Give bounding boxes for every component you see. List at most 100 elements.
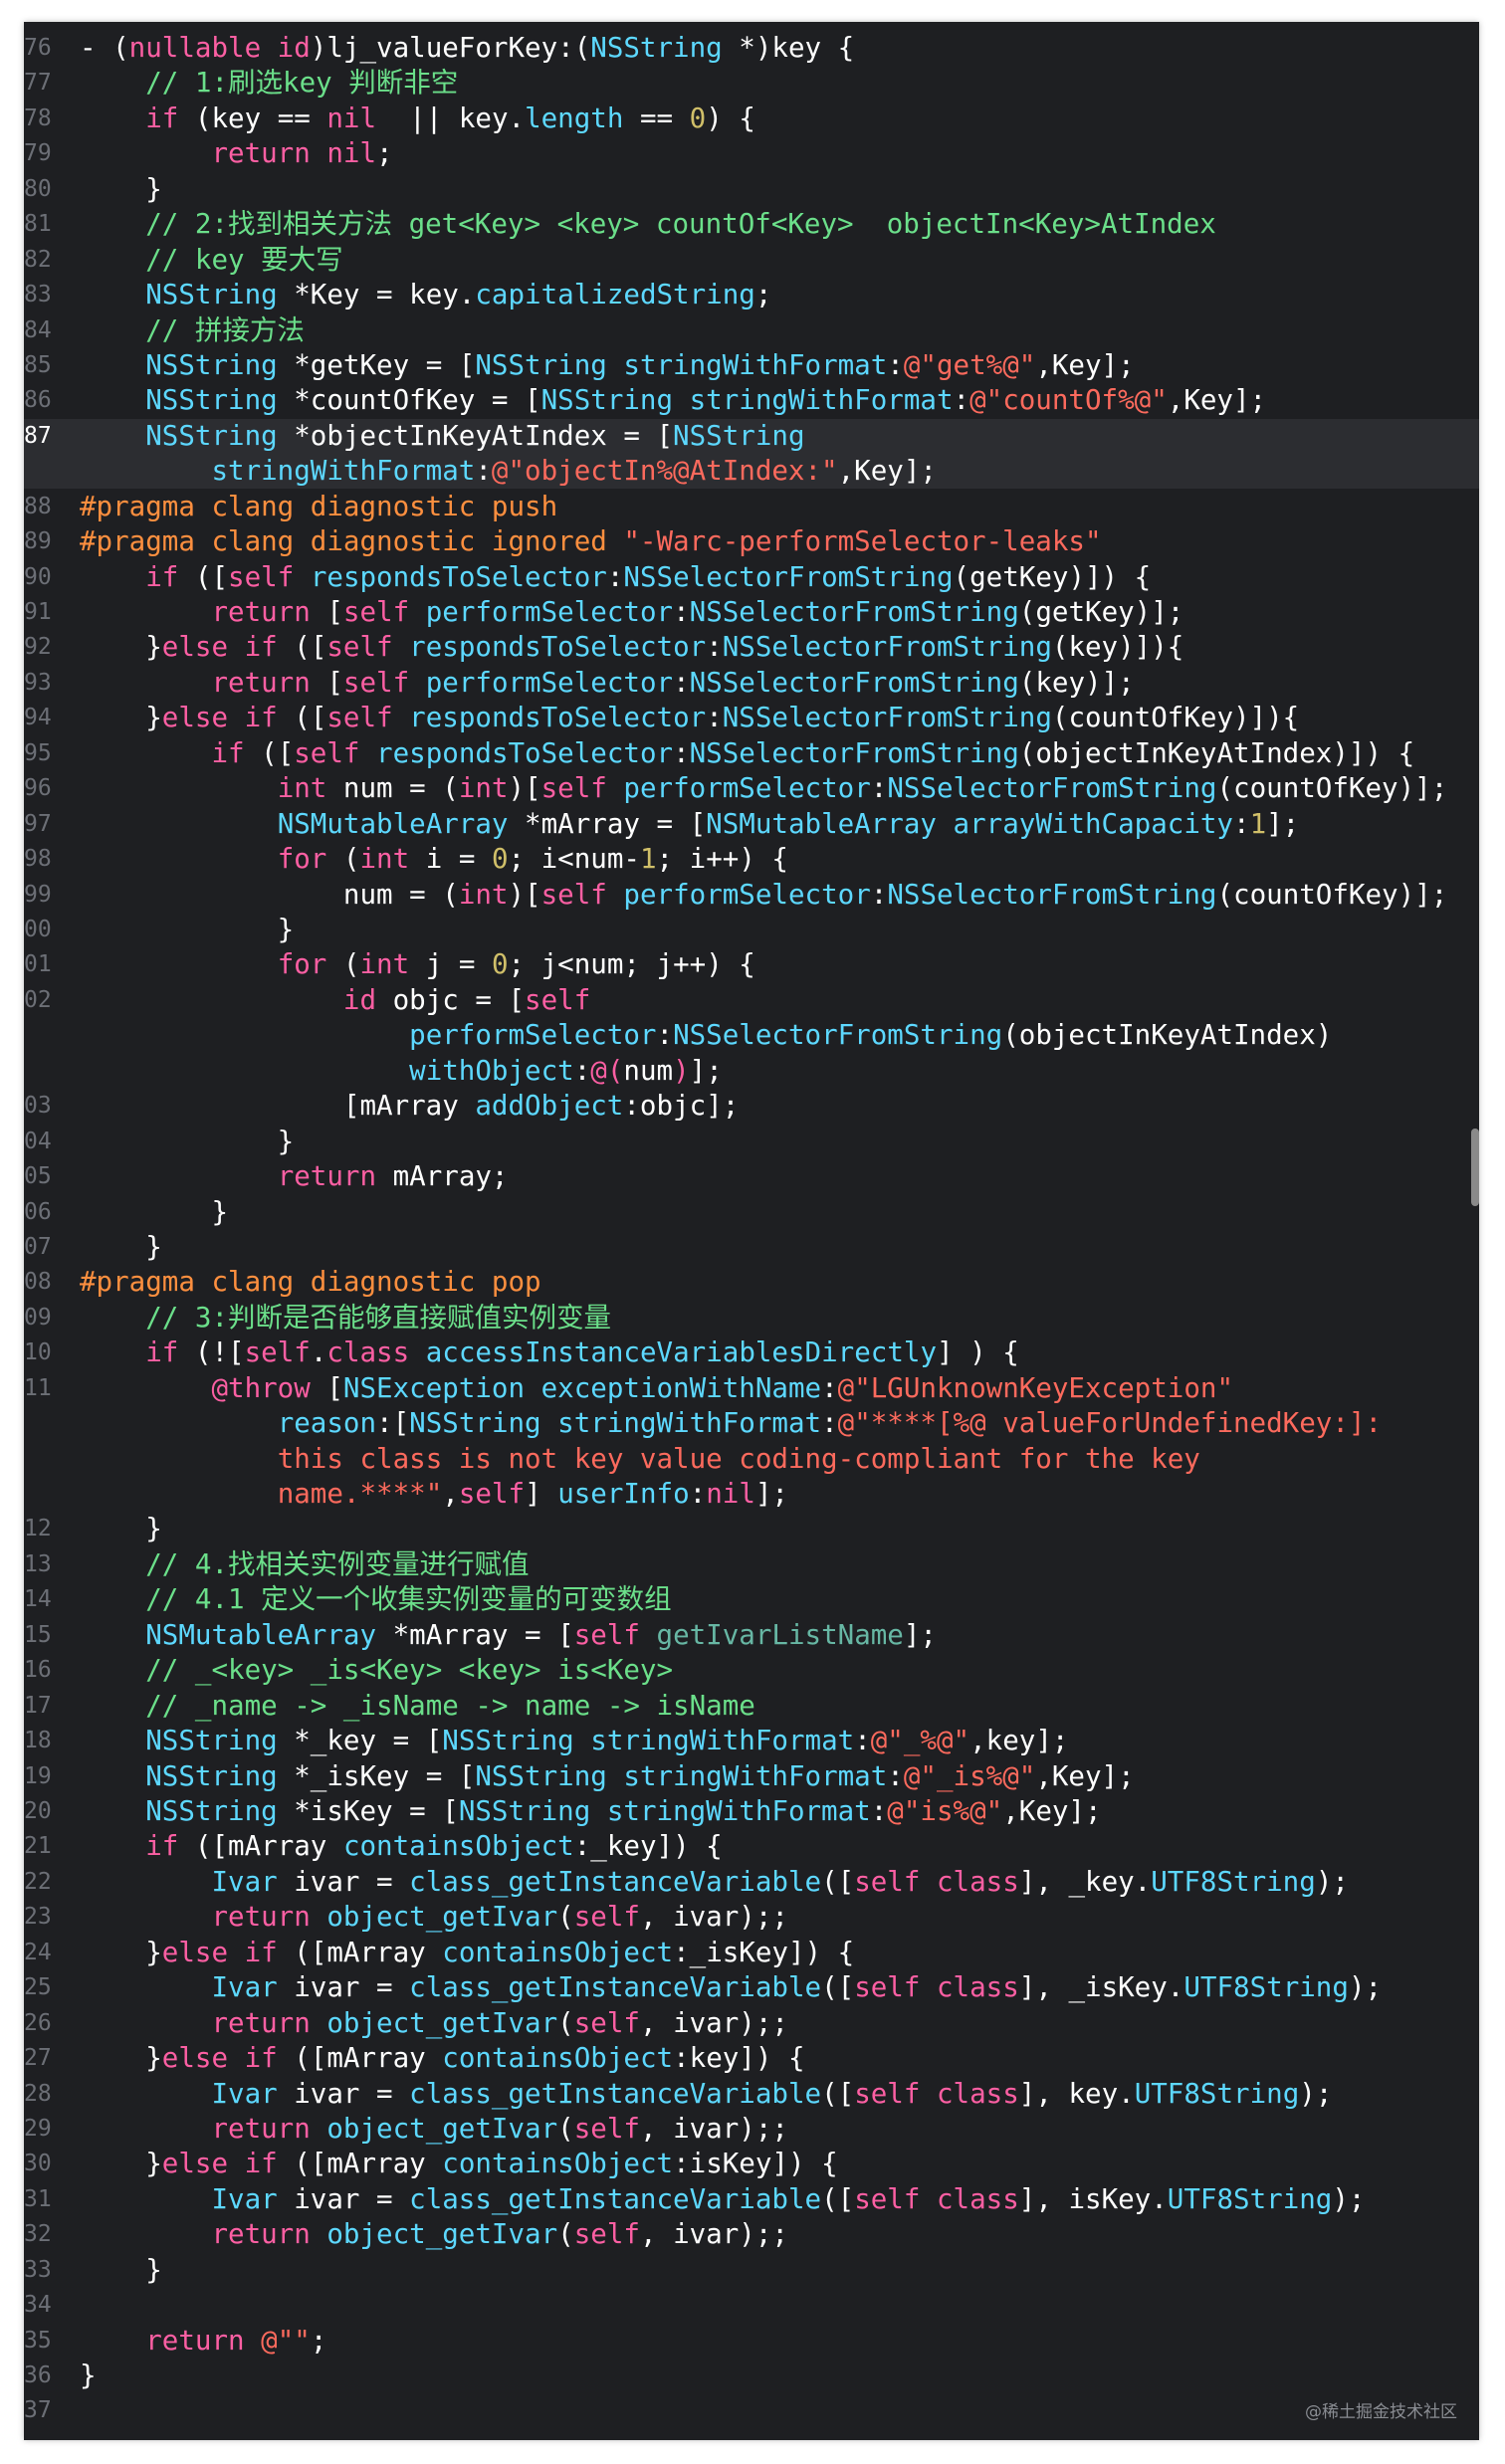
code-line[interactable]: 90 if ([self respondsToSelector:NSSelect… [24, 560, 1479, 595]
code-line[interactable]: 37 [24, 2393, 1479, 2428]
code-line[interactable]: 07 } [24, 1230, 1479, 1265]
code-line[interactable]: 10 if (![self.class accessInstanceVariab… [24, 1335, 1479, 1370]
code-line[interactable]: 78 if (key == nil || key.length == 0) { [24, 102, 1479, 136]
code-line[interactable]: 13 // 4.找相关实例变量进行赋值 [24, 1547, 1479, 1582]
code-line[interactable]: 16 // _<key> _is<Key> <key> is<Key> [24, 1653, 1479, 1688]
code-text: // 4.找相关实例变量进行赋值 [80, 1547, 529, 1582]
code-token: :objc]; [623, 1090, 740, 1123]
code-line[interactable]: 14 // 4.1 定义一个收集实例变量的可变数组 [24, 1582, 1479, 1617]
code-line[interactable]: 21 if ([mArray containsObject:_key]) { [24, 1829, 1479, 1864]
code-line[interactable]: 83 NSString *Key = key.capitalizedString… [24, 278, 1479, 312]
code-line[interactable]: 02 id objc = [self [24, 983, 1479, 1018]
code-line[interactable]: 00 } [24, 913, 1479, 947]
code-line[interactable]: 23 return object_getIvar(self, ivar);; [24, 1900, 1479, 1935]
code-line[interactable]: withObject:@(num)]; [24, 1054, 1479, 1089]
code-token: for [277, 843, 327, 876]
code-line[interactable]: 11 @throw [NSException exceptionWithName… [24, 1371, 1479, 1406]
code-line[interactable]: 94 }else if ([self respondsToSelector:NS… [24, 701, 1479, 735]
code-line[interactable]: 27 }else if ([mArray containsObject:key]… [24, 2041, 1479, 2076]
code-line[interactable]: 01 for (int j = 0; j<num; j++) { [24, 947, 1479, 982]
code-token: (countOfKey)]; [1216, 878, 1448, 911]
code-line[interactable]: performSelector:NSSelectorFromString(obj… [24, 1018, 1479, 1053]
code-line[interactable]: 25 Ivar ivar = class_getInstanceVariable… [24, 1970, 1479, 2005]
code-token: // 1:刷选key 判断非空 [145, 67, 459, 100]
code-line[interactable]: 15 NSMutableArray *mArray = [self getIva… [24, 1618, 1479, 1653]
code-line[interactable]: 20 NSString *isKey = [NSString stringWit… [24, 1794, 1479, 1829]
code-line[interactable]: 29 return object_getIvar(self, ivar);; [24, 2112, 1479, 2147]
code-token: ivar = [277, 2182, 410, 2215]
code-text: }else if ([mArray containsObject:key]) { [80, 2041, 804, 2076]
code-line[interactable]: 93 return [self performSelector:NSSelect… [24, 666, 1479, 701]
code-line[interactable]: 80 } [24, 172, 1479, 207]
code-token: ([mArray [277, 2148, 443, 2180]
line-number: 11 [24, 1374, 52, 1401]
code-line[interactable]: reason:[NSString stringWithFormat:@"****… [24, 1406, 1479, 1441]
code-line[interactable]: 34 [24, 2288, 1479, 2323]
code-line[interactable]: 28 Ivar ivar = class_getInstanceVariable… [24, 2077, 1479, 2112]
code-line[interactable]: 30 }else if ([mArray containsObject:isKe… [24, 2147, 1479, 2181]
code-line[interactable]: 89 #pragma clang diagnostic ignored "-War… [24, 524, 1479, 559]
code-token: :_key]) { [573, 1830, 723, 1863]
code-line[interactable]: 84 // 拼接方法 [24, 313, 1479, 348]
code-token: NSSelectorFromString [887, 878, 1217, 911]
code-line[interactable]: 33 } [24, 2253, 1479, 2288]
code-line[interactable]: this class is not key value coding-compl… [24, 1442, 1479, 1477]
code-line[interactable]: 95 if ([self respondsToSelector:NSSelect… [24, 736, 1479, 771]
code-line[interactable]: 09 // 3:判断是否能够直接赋值实例变量 [24, 1301, 1479, 1335]
code-line[interactable]: 85 NSString *getKey = [NSString stringWi… [24, 348, 1479, 383]
code-token: name.****" [277, 1478, 443, 1511]
code-line[interactable]: 24 }else if ([mArray containsObject:_isK… [24, 1936, 1479, 1970]
code-line[interactable]: 98 for (int i = 0; i<num-1; i++) { [24, 842, 1479, 877]
code-line[interactable]: 05 return mArray; [24, 1159, 1479, 1194]
code-line[interactable]: 31 Ivar ivar = class_getInstanceVariable… [24, 2182, 1479, 2217]
code-line[interactable]: 87 NSString *objectInKeyAtIndex = [NSStr… [24, 418, 1479, 454]
code-line[interactable]: 82 // key 要大写 [24, 243, 1479, 278]
code-text: id objc = [self [80, 983, 590, 1018]
code-line[interactable]: 17 // _name -> _isName -> name -> isName [24, 1689, 1479, 1724]
code-line[interactable]: 77 // 1:刷选key 判断非空 [24, 66, 1479, 101]
code-line[interactable]: 91 return [self performSelector:NSSelect… [24, 595, 1479, 630]
code-token: else if [161, 631, 278, 664]
code-line[interactable]: 79 return nil; [24, 136, 1479, 171]
code-line[interactable]: stringWithFormat:@"objectIn%@AtIndex:",K… [24, 454, 1479, 490]
code-line[interactable]: 08 #pragma clang diagnostic pop [24, 1265, 1479, 1300]
code-text: return mArray; [80, 1159, 509, 1194]
code-text: if ([self respondsToSelector:NSSelectorF… [80, 736, 1414, 771]
code-line[interactable]: 22 Ivar ivar = class_getInstanceVariable… [24, 1865, 1479, 1900]
code-line[interactable]: 76 - (nullable id)lj_valueForKey:(NSStrin… [24, 31, 1479, 66]
code-line[interactable]: 18 NSString *_key = [NSString stringWith… [24, 1724, 1479, 1758]
line-number: 98 [24, 846, 52, 873]
code-editor[interactable]: 76- (nullable id)lj_valueForKey:(NSStrin… [24, 22, 1479, 2440]
code-token: self [525, 983, 591, 1016]
code-line[interactable]: 19 NSString *_isKey = [NSString stringWi… [24, 1759, 1479, 1794]
code-token: nil [706, 1478, 755, 1511]
code-line[interactable]: name.****",self] userInfo:nil]; [24, 1477, 1479, 1512]
code-line[interactable]: 88 #pragma clang diagnostic push [24, 490, 1479, 524]
code-line[interactable]: 32 return object_getIvar(self, ivar);; [24, 2217, 1479, 2252]
code-line[interactable]: 12 } [24, 1512, 1479, 1546]
code-line[interactable]: 81 // 2:找到相关方法 get<Key> <key> countOf<Ke… [24, 207, 1479, 242]
code-token: - ( [80, 32, 129, 64]
code-line[interactable]: 96 int num = (int)[self performSelector:… [24, 771, 1479, 806]
code-line[interactable]: 35 return @""; [24, 2324, 1479, 2359]
code-token: : [821, 1407, 838, 1440]
code-token: [mArray [80, 1090, 476, 1123]
code-line[interactable]: 26 return object_getIvar(self, ivar);; [24, 2006, 1479, 2041]
code-line[interactable]: 04 } [24, 1125, 1479, 1159]
code-line[interactable]: 97 NSMutableArray *mArray = [NSMutableAr… [24, 807, 1479, 842]
code-token: stringWithFormat [590, 1725, 855, 1757]
code-line[interactable]: 06 } [24, 1195, 1479, 1230]
code-token: ( [557, 2112, 574, 2145]
code-line[interactable]: 36} [24, 2359, 1479, 2393]
code-line[interactable]: 99 num = (int)[self performSelector:NSSe… [24, 878, 1479, 913]
code-line[interactable]: 86 NSString *countOfKey = [NSString stri… [24, 383, 1479, 418]
line-number: 30 [24, 2151, 52, 2177]
vertical-scrollbar[interactable] [1471, 1129, 1479, 1206]
code-line[interactable]: 03 [mArray addObject:objc]; [24, 1089, 1479, 1124]
code-line[interactable]: 92 }else if ([self respondsToSelector:NS… [24, 630, 1479, 665]
